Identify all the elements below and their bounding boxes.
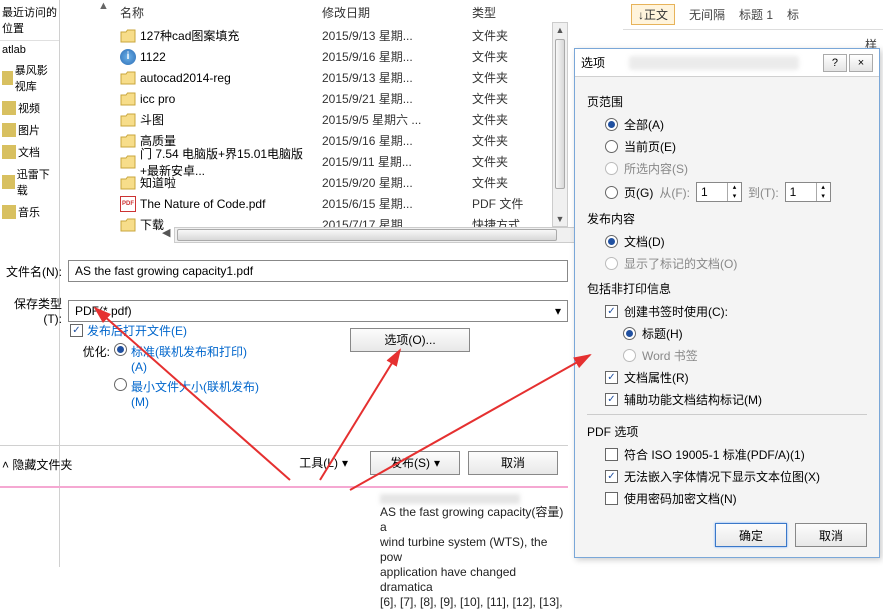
- options-dialog: 选项 ? × 页范围 全部(A) 当前页(E) 所选内容(S) 页(G) 从(F…: [574, 48, 880, 558]
- folder-icon: [120, 92, 136, 106]
- filename-input[interactable]: [68, 260, 568, 282]
- dialog-bottom-bar: ˄ 隐藏文件夹 工具(L)▾ 发布(S)▾ 取消: [0, 445, 568, 479]
- optimize-standard-radio[interactable]: [114, 343, 127, 356]
- dialog-cancel-button[interactable]: 取消: [795, 523, 867, 547]
- file-list-area: ▲ 名称 修改日期 类型 127种cad图案填充2015/9/13 星期...文…: [62, 0, 568, 245]
- style-heading1[interactable]: 标题 1: [739, 6, 773, 23]
- dialog-title: 选项: [581, 54, 605, 71]
- library-icon: [2, 205, 16, 219]
- style-heading[interactable]: 标: [787, 6, 799, 23]
- iso-checkbox[interactable]: [605, 448, 618, 461]
- hide-folders-toggle[interactable]: ˄ 隐藏文件夹: [2, 456, 72, 473]
- folder-icon: [120, 71, 136, 85]
- content-marked-radio: [605, 257, 618, 270]
- library-icon: [2, 101, 16, 115]
- left-nav: 最近访问的位置 atlab 暴风影视库 视频 图片 文档 迅雷下载 音乐: [0, 0, 60, 567]
- cancel-button[interactable]: 取消: [468, 451, 558, 475]
- pdf-icon: PDF: [120, 196, 136, 212]
- word-bookmarks-radio: [623, 349, 636, 362]
- library-icon: [2, 123, 16, 137]
- nav-item[interactable]: 文档: [0, 141, 59, 163]
- nav-item[interactable]: 音乐: [0, 201, 59, 223]
- folder-icon: [120, 155, 136, 169]
- optimize-minsize-label: 最小文件大小(联机发布)(M): [131, 378, 261, 409]
- up-arrow-icon[interactable]: ▲: [98, 0, 109, 12]
- pdf-options-title: PDF 选项: [587, 423, 867, 440]
- encrypt-checkbox[interactable]: [605, 492, 618, 505]
- folder-icon: [120, 176, 136, 190]
- file-row[interactable]: autocad2014-reg2015/9/13 星期...文件夹: [62, 67, 568, 88]
- chevron-down-icon: ▾: [555, 304, 561, 318]
- filetype-combo[interactable]: PDF(*.pdf)▾: [68, 300, 568, 322]
- filename-label: 文件名(N):: [0, 263, 62, 280]
- publish-content-title: 发布内容: [587, 210, 867, 227]
- file-row[interactable]: 斗图2015/9/5 星期六 ...文件夹: [62, 109, 568, 130]
- to-spinner[interactable]: 1▴▾: [785, 182, 831, 202]
- options-button[interactable]: 选项(O)...: [350, 328, 470, 352]
- ok-button[interactable]: 确定: [715, 523, 787, 547]
- folder-icon: [120, 113, 136, 127]
- file-row[interactable]: PDFThe Nature of Code.pdf2015/6/15 星期...…: [62, 193, 568, 214]
- chevron-up-icon: ˄: [2, 458, 12, 472]
- chevron-down-icon: ▾: [434, 456, 440, 470]
- file-list-header: 名称 修改日期 类型: [62, 0, 568, 25]
- range-selection-radio: [605, 162, 618, 175]
- folder-icon: [120, 218, 136, 232]
- nav-item[interactable]: 迅雷下载: [0, 163, 59, 201]
- docprops-checkbox[interactable]: ✓: [605, 371, 618, 384]
- accessibility-checkbox[interactable]: ✓: [605, 393, 618, 406]
- library-icon: [2, 145, 16, 159]
- content-doc-radio[interactable]: [605, 235, 618, 248]
- document-text: AS the fast growing capacity(容量) a wind …: [380, 505, 570, 610]
- left-nav-header: 最近访问的位置: [0, 0, 59, 41]
- style-nospacing[interactable]: 无间隔: [689, 6, 725, 23]
- page-range-title: 页范围: [587, 93, 867, 110]
- h-scrollbar[interactable]: ▶: [174, 227, 619, 243]
- optimize-minsize-radio[interactable]: [114, 378, 127, 391]
- file-row[interactable]: icc pro2015/9/21 星期...文件夹: [62, 88, 568, 109]
- file-row[interactable]: i11222015/9/16 星期...文件夹: [62, 46, 568, 67]
- save-options: ✓ 发布后打开文件(E) 优化: 标准(联机发布和打印)(A) 最小文件大小(联…: [70, 322, 568, 413]
- bookmarks-checkbox[interactable]: ✓: [605, 305, 618, 318]
- blurred-heading: [380, 494, 520, 504]
- filetype-label: 保存类型(T):: [0, 295, 62, 326]
- library-icon: [2, 175, 15, 189]
- nav-item[interactable]: 图片: [0, 119, 59, 141]
- open-after-checkbox[interactable]: ✓: [70, 324, 83, 337]
- range-pages-radio[interactable]: [605, 186, 618, 199]
- divider: [0, 486, 568, 488]
- nav-left-icon[interactable]: ◀: [162, 226, 170, 239]
- v-scrollbar[interactable]: ▲▼: [552, 22, 568, 227]
- optimize-label: 优化:: [70, 343, 110, 360]
- optimize-standard-label: 标准(联机发布和打印)(A): [131, 343, 261, 374]
- bitmap-checkbox[interactable]: ✓: [605, 470, 618, 483]
- tools-button[interactable]: 工具(L)▾: [285, 452, 362, 474]
- col-type[interactable]: 类型: [472, 4, 552, 21]
- blurred-text: [629, 56, 799, 70]
- library-icon: [2, 71, 13, 85]
- publish-button[interactable]: 发布(S)▾: [370, 451, 460, 475]
- help-button[interactable]: ?: [823, 54, 847, 72]
- from-spinner[interactable]: 1▴▾: [696, 182, 742, 202]
- range-current-radio[interactable]: [605, 140, 618, 153]
- dialog-titlebar: 选项 ? ×: [575, 49, 879, 77]
- folder-icon: [120, 29, 136, 43]
- word-styles-ribbon: ↓正文 无间隔 标题 1 标: [623, 0, 883, 30]
- nav-item[interactable]: 视频: [0, 97, 59, 119]
- open-after-label: 发布后打开文件(E): [87, 322, 187, 339]
- headings-radio[interactable]: [623, 327, 636, 340]
- file-row[interactable]: 127种cad图案填充2015/9/13 星期...文件夹: [62, 25, 568, 46]
- nav-item[interactable]: 暴风影视库: [0, 59, 59, 97]
- range-all-radio[interactable]: [605, 118, 618, 131]
- close-button[interactable]: ×: [849, 54, 873, 72]
- info-icon: i: [120, 49, 136, 65]
- nonprint-title: 包括非打印信息: [587, 280, 867, 297]
- col-date[interactable]: 修改日期: [322, 4, 472, 21]
- file-row[interactable]: 门 7.54 电脑版+界15.01电脑版+最新安卓...2015/9/11 星期…: [62, 151, 568, 172]
- style-normal[interactable]: ↓正文: [631, 4, 675, 25]
- nav-item[interactable]: atlab: [0, 41, 59, 59]
- file-row[interactable]: 知道啦2015/9/20 星期...文件夹: [62, 172, 568, 193]
- chevron-down-icon: ▾: [342, 456, 348, 470]
